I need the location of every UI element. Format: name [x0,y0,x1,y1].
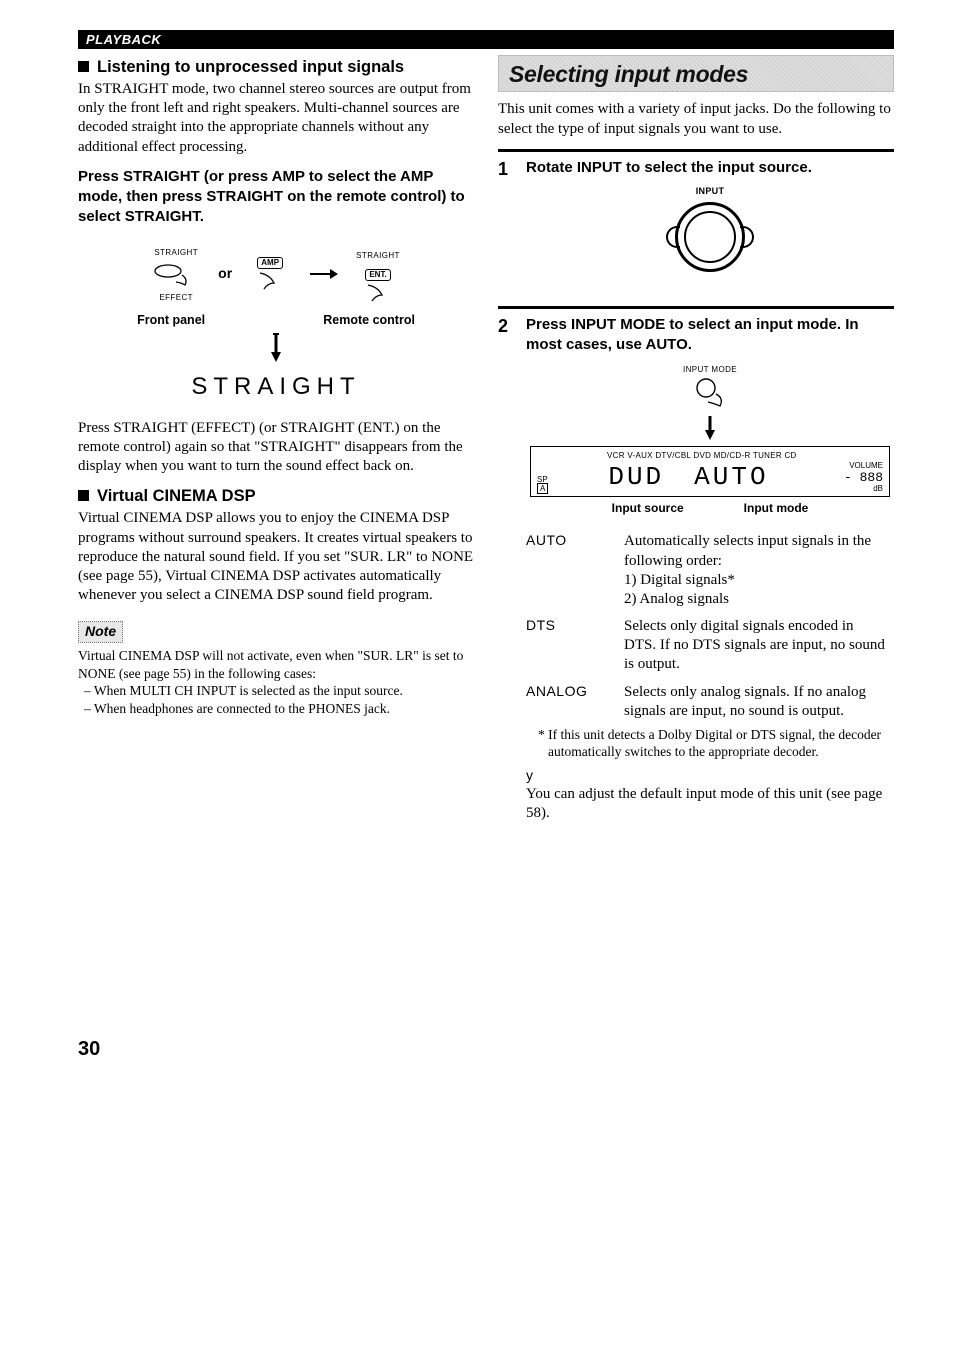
diagram-under-labels: Front panel Remote control [78,312,474,328]
button-press-icon [358,283,398,303]
paragraph-straight-intro: In STRAIGHT mode, two channel stereo sou… [78,80,474,157]
page-number: 30 [78,1037,474,1063]
display-volume-label: VOLUME [849,461,883,470]
instruction-straight: Press STRAIGHT (or press AMP to select t… [78,167,474,228]
remote-straight-button: STRAIGHT ENT. [356,245,400,303]
paragraph-virtual-cinema: Virtual CINEMA DSP allows you to enjoy t… [78,509,474,605]
input-mode-table: AUTO Automatically selects input signals… [526,530,894,727]
step-2-text: Press INPUT MODE to select an input mode… [526,315,894,356]
diagram-row: STRAIGHT EFFECT or AMP [78,242,474,306]
divider [498,306,894,309]
footnote-asterisk: * If this unit detects a Dolby Digital o… [526,727,894,761]
mode-desc-analog: Selects only analog signals. If no analo… [624,681,894,727]
display-main-row: SP A DUD AUTO VOLUME - 888 dB [537,461,883,494]
display-under-labels: Input source Input mode [526,501,894,516]
remote-amp-button: AMP [250,252,290,295]
straight-label: STRAIGHT [154,248,198,257]
note-body: Virtual CINEMA DSP will not activate, ev… [78,647,474,717]
display-auto: AUTO [694,461,768,494]
table-row: ANALOG Selects only analog signals. If n… [526,681,894,727]
input-knob-label: INPUT [526,186,894,198]
diagram-input-mode-press: INPUT MODE [526,365,894,439]
mode-label-analog: ANALOG [526,681,624,727]
note-bullet-2: – When headphones are connected to the P… [78,700,474,718]
or-text: or [218,265,232,283]
heading-virtual-cinema: Virtual CINEMA DSP [78,486,474,507]
front-panel-label: Front panel [137,312,205,328]
diagram-input-knob: INPUT [526,186,894,278]
ent-button-icon: ENT. [365,269,390,281]
step-1: 1 Rotate INPUT to select the input sourc… [498,158,894,296]
section-header-strip: PLAYBACK [78,30,894,49]
display-sp: SP A [537,476,548,494]
mode-label-auto: AUTO [526,530,624,615]
heading-listening-text: Listening to unprocessed input signals [97,58,404,76]
manual-page: PLAYBACK Listening to unprocessed input … [0,0,954,1103]
arrow-right-icon [308,267,338,281]
label-input-mode: Input mode [744,501,809,516]
button-press-icon [688,376,732,410]
heading-virtual-cinema-text: Virtual CINEMA DSP [97,487,256,505]
display-db: dB [873,484,883,493]
label-input-source: Input source [612,501,684,516]
step-2: 2 Press INPUT MODE to select an input mo… [498,315,894,823]
two-column-layout: Listening to unprocessed input signals I… [78,55,894,1063]
dial-icon [675,202,745,272]
right-column: Selecting input modes This unit comes wi… [498,55,894,1063]
tip-text: You can adjust the default input mode of… [526,785,894,823]
display-volume-block: VOLUME - 888 dB [844,462,883,494]
display-volume-value: - 888 [844,470,883,485]
mode-desc-auto: Automatically selects input signals in t… [624,530,894,615]
paragraph-input-intro: This unit comes with a variety of input … [498,100,894,138]
arrow-down-icon [78,332,474,362]
button-press-icon [250,271,290,295]
step-2-body: Press INPUT MODE to select an input mode… [526,315,894,823]
display-word-straight: STRAIGHT [78,372,474,403]
mode-label-dts: DTS [526,615,624,681]
tip-symbol: y [526,767,894,785]
front-panel-button-group: STRAIGHT EFFECT [152,242,200,306]
input-mode-label: INPUT MODE [526,365,894,375]
straight-label-2: STRAIGHT [356,251,400,260]
note-intro: Virtual CINEMA DSP will not activate, ev… [78,647,474,682]
section-header-text: PLAYBACK [86,32,161,47]
divider [498,149,894,152]
note-label: Note [78,621,123,643]
section-banner-input-modes: Selecting input modes [498,55,894,92]
display-segment-row: DUD AUTO [548,461,844,494]
step-number-2: 2 [498,315,514,823]
table-row: AUTO Automatically selects input signals… [526,530,894,615]
square-bullet-icon [78,61,89,72]
step-number-1: 1 [498,158,514,296]
mode-desc-dts: Selects only digital signals encoded in … [624,615,894,681]
diagram-straight-buttons: STRAIGHT EFFECT or AMP [78,242,474,362]
arrow-down-icon [526,414,894,440]
paragraph-straight-off: Press STRAIGHT (EFFECT) (or STRAIGHT (EN… [78,419,474,477]
display-panel: VCR V-AUX DTV/CBL DVD MD/CD-R TUNER CD S… [530,446,890,498]
amp-button-icon: AMP [257,257,283,269]
effect-label: EFFECT [159,293,193,302]
step-1-text: Rotate INPUT to select the input source. [526,158,894,178]
heading-listening: Listening to unprocessed input signals [78,57,474,78]
step-1-body: Rotate INPUT to select the input source.… [526,158,894,296]
button-press-icon [152,261,200,287]
left-column: Listening to unprocessed input signals I… [78,55,474,1063]
display-dvd: DUD [608,461,664,494]
table-row: DTS Selects only digital signals encoded… [526,615,894,681]
note-bullet-1: – When MULTI CH INPUT is selected as the… [78,682,474,700]
display-sources-row: VCR V-AUX DTV/CBL DVD MD/CD-R TUNER CD [537,451,883,461]
remote-control-label: Remote control [323,312,415,328]
square-bullet-icon [78,490,89,501]
